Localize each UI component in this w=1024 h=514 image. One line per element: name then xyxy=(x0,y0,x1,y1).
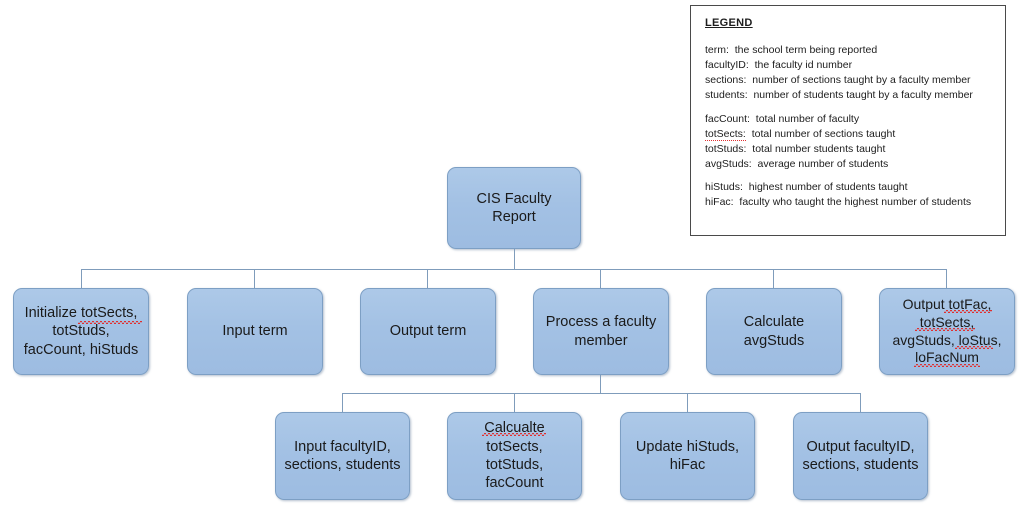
node-process-faculty-member[interactable]: Process a faculty member xyxy=(533,288,669,375)
connector-drop-l2-1 xyxy=(81,269,82,288)
legend-title: LEGEND xyxy=(705,17,753,29)
node-update-histuds[interactable]: Update hiStuds, hiFac xyxy=(620,412,755,500)
legend-entry-definition: total number students taught xyxy=(746,142,886,155)
node-output-faculty-data[interactable]: Output facultyID, sections, students xyxy=(793,412,928,500)
legend-entry: students: number of students taught by a… xyxy=(705,90,1005,101)
legend-entry: facCount: total number of faculty xyxy=(705,112,1005,125)
connector-process-stem xyxy=(600,375,601,393)
connector-bus-level3 xyxy=(342,393,861,394)
node-initialize-totals[interactable]: Initialize totSects, totStuds, facCount,… xyxy=(13,288,149,375)
legend-entry-term: facCount: xyxy=(705,112,750,125)
connector-drop-l3-3 xyxy=(687,393,688,412)
legend-entry-definition: number of students taught by a faculty m… xyxy=(747,89,973,101)
legend-entry-term: sections: xyxy=(705,74,747,86)
legend-entry: hiFac: faculty who taught the highest nu… xyxy=(705,197,1005,208)
legend-entry-definition: total number of faculty xyxy=(749,112,860,125)
legend-entry-term: totStuds: xyxy=(705,142,747,155)
legend-group: hiStuds: highest number of students taug… xyxy=(705,182,1005,208)
legend-entry-term: avgStuds: xyxy=(705,157,752,170)
legend-entry: totStuds: total number students taught xyxy=(705,142,1005,155)
connector-drop-l3-4 xyxy=(860,393,861,412)
legend-entry: facultyID: the faculty id number xyxy=(705,60,1005,71)
node-root[interactable]: CIS Faculty Report xyxy=(447,167,581,249)
legend-entry-definition: average number of students xyxy=(751,157,889,170)
legend-entry-definition: highest number of students taught xyxy=(742,181,908,193)
legend-entry-definition: the faculty id number xyxy=(748,59,853,71)
legend-entry-term: students: xyxy=(705,89,748,101)
legend-entry: avgStuds: average number of students xyxy=(705,157,1005,170)
connector-drop-l2-5 xyxy=(773,269,774,288)
connector-drop-l3-1 xyxy=(342,393,343,412)
legend-entry-term: totSects: xyxy=(705,127,746,141)
connector-drop-l2-4 xyxy=(600,269,601,288)
node-input-term[interactable]: Input term xyxy=(187,288,323,375)
node-calculate-avgstuds[interactable]: Calculate avgStuds xyxy=(706,288,842,375)
legend-entry: hiStuds: highest number of students taug… xyxy=(705,182,1005,193)
node-output-totals[interactable]: Output totFac, totSects, avgStuds, loStu… xyxy=(879,288,1015,375)
connector-root-stem xyxy=(514,249,515,269)
connector-drop-l2-3 xyxy=(427,269,428,288)
legend-entry-definition: the school term being reported xyxy=(728,44,878,56)
legend-entry-definition: total number of sections taught xyxy=(745,127,896,140)
legend-entry-definition: number of sections taught by a faculty m… xyxy=(746,74,971,86)
connector-bus-level2 xyxy=(81,269,947,270)
connector-drop-l3-2 xyxy=(514,393,515,412)
legend-entry-term: facultyID: xyxy=(705,59,749,71)
legend-group: facCount: total number of faculty totSect… xyxy=(705,112,1005,170)
legend-entry-term: hiStuds: xyxy=(705,181,743,193)
legend-body: term: the school term being reported facu… xyxy=(705,45,1005,208)
node-output-term[interactable]: Output term xyxy=(360,288,496,375)
legend-group: term: the school term being reported facu… xyxy=(705,45,1005,101)
structure-chart-canvas: CIS Faculty Report Initialize totSects, … xyxy=(0,0,1024,514)
connector-drop-l2-2 xyxy=(254,269,255,288)
legend-entry: term: the school term being reported xyxy=(705,45,1005,56)
legend-panel: LEGEND term: the school term being repor… xyxy=(690,5,1006,236)
legend-entry: totSects: total number of sections taugh… xyxy=(705,127,1005,141)
legend-entry-definition: faculty who taught the highest number of… xyxy=(733,196,972,208)
legend-entry-term: hiFac: xyxy=(705,196,734,208)
connector-drop-l2-6 xyxy=(946,269,947,288)
legend-entry-term: term: xyxy=(705,44,729,56)
node-input-faculty-data[interactable]: Input facultyID, sections, students xyxy=(275,412,410,500)
node-calculate-totals[interactable]: Calcualte totSects, totStuds, facCount xyxy=(447,412,582,500)
legend-entry: sections: number of sections taught by a… xyxy=(705,75,1005,86)
